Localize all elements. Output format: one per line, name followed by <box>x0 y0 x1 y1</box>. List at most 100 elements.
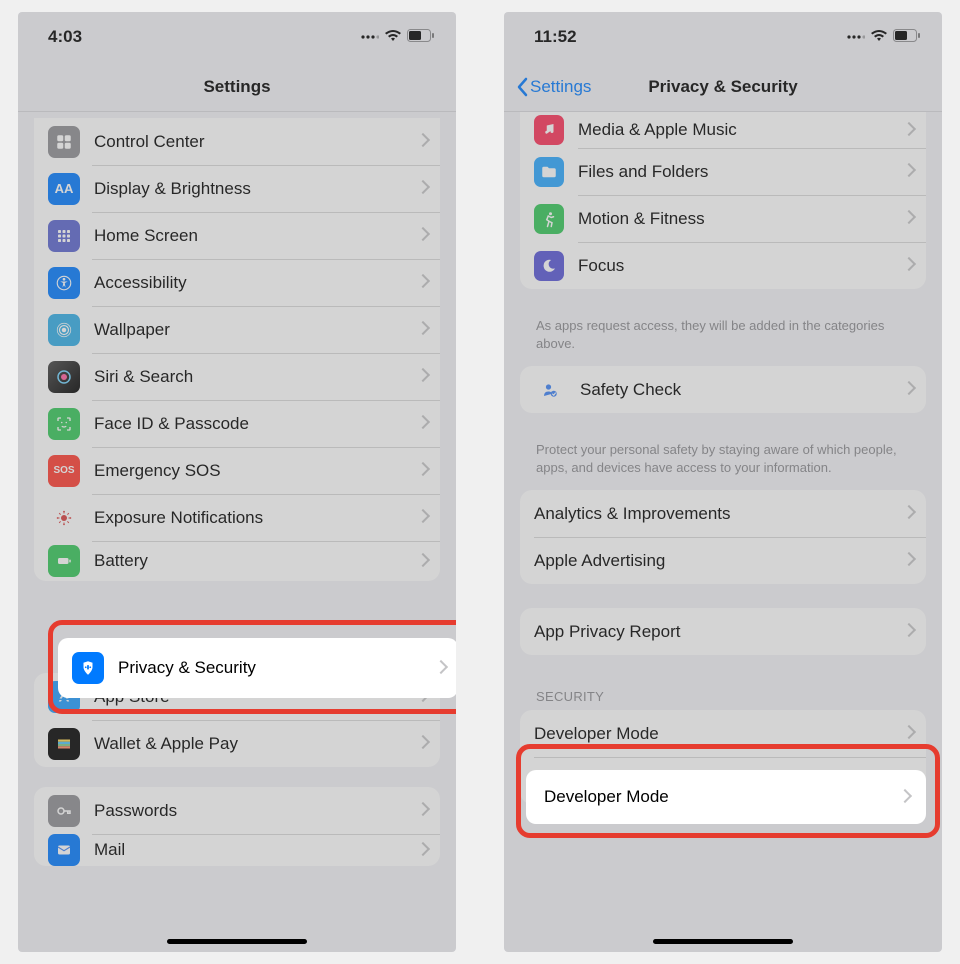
wallpaper-icon <box>48 314 80 346</box>
display-icon: AA <box>48 173 80 205</box>
nav-header: Settings Privacy & Security <box>504 62 942 112</box>
row-label: Siri & Search <box>94 367 418 387</box>
chevron-right-icon <box>904 165 912 178</box>
chevron-right-icon <box>418 323 426 336</box>
chevron-right-icon <box>436 662 444 675</box>
row-home-screen[interactable]: Home Screen <box>34 212 440 259</box>
chevron-right-icon <box>418 370 426 383</box>
focus-icon <box>534 251 564 281</box>
row-label: Display & Brightness <box>94 179 418 199</box>
chevron-right-icon <box>418 276 426 289</box>
mail-icon <box>48 834 80 866</box>
row-display-brightness[interactable]: AA Display & Brightness <box>34 165 440 212</box>
row-motion-fitness[interactable]: Motion & Fitness <box>520 195 926 242</box>
status-bar: 4:03 <box>18 12 456 62</box>
row-label: Files and Folders <box>578 162 904 182</box>
faceid-icon <box>48 408 80 440</box>
row-label: Passwords <box>94 801 418 821</box>
row-wallpaper[interactable]: Wallpaper <box>34 306 440 353</box>
row-media-apple-music[interactable]: Media & Apple Music <box>520 112 926 148</box>
chevron-right-icon <box>904 554 912 567</box>
wifi-icon <box>384 27 402 47</box>
row-battery[interactable]: Battery <box>34 541 440 581</box>
row-mail[interactable]: Mail <box>34 834 440 866</box>
settings-list[interactable]: Control Center AA Display & Brightness H… <box>18 112 456 952</box>
chevron-right-icon <box>900 791 908 804</box>
status-indicators <box>847 27 920 47</box>
row-emergency-sos[interactable]: SOS Emergency SOS <box>34 447 440 494</box>
wifi-icon <box>870 27 888 47</box>
chevron-right-icon <box>904 124 912 137</box>
chevron-right-icon <box>904 259 912 272</box>
chevron-right-icon <box>904 212 912 225</box>
status-time: 11:52 <box>534 27 577 47</box>
siri-icon <box>48 361 80 393</box>
row-label: Face ID & Passcode <box>94 414 418 434</box>
row-control-center[interactable]: Control Center <box>34 118 440 165</box>
row-label: Developer Mode <box>544 787 900 807</box>
privacy-icon <box>72 652 104 684</box>
row-focus[interactable]: Focus <box>520 242 926 289</box>
privacy-list[interactable]: Media & Apple Music Files and Folders Mo… <box>504 112 942 952</box>
row-analytics[interactable]: Analytics & Improvements <box>520 490 926 537</box>
back-label: Settings <box>530 77 591 97</box>
chevron-right-icon <box>418 182 426 195</box>
row-app-privacy-report[interactable]: App Privacy Report <box>520 608 926 655</box>
row-accessibility[interactable]: Accessibility <box>34 259 440 306</box>
row-passwords[interactable]: Passwords <box>34 787 440 834</box>
accessibility-icon <box>48 267 80 299</box>
chevron-right-icon <box>904 625 912 638</box>
row-safety-check[interactable]: Safety Check <box>520 366 926 413</box>
chevron-right-icon <box>418 417 426 430</box>
chevron-right-icon <box>418 464 426 477</box>
chevron-right-icon <box>904 507 912 520</box>
chevron-right-icon <box>418 135 426 148</box>
chevron-right-icon <box>904 383 912 396</box>
page-title: Settings <box>203 77 270 97</box>
chevron-right-icon <box>418 737 426 750</box>
safety-check-icon <box>534 374 566 406</box>
fitness-icon <box>534 204 564 234</box>
music-icon <box>534 115 564 145</box>
home-screen-icon <box>48 220 80 252</box>
sos-icon: SOS <box>48 455 80 487</box>
home-indicator[interactable] <box>653 939 793 944</box>
row-label: Privacy & Security <box>118 658 436 678</box>
phone-settings: 4:03 Settings Control Center AA Disp <box>18 12 456 952</box>
row-label: Exposure Notifications <box>94 508 418 528</box>
folder-icon <box>534 157 564 187</box>
page-title: Privacy & Security <box>648 77 797 97</box>
row-label: Media & Apple Music <box>578 120 904 140</box>
row-label: Safety Check <box>580 380 904 400</box>
row-exposure-notifications[interactable]: Exposure Notifications <box>34 494 440 541</box>
row-developer-mode[interactable]: Developer Mode <box>520 710 926 757</box>
status-indicators <box>361 27 434 47</box>
battery-icon <box>407 27 434 47</box>
row-apple-advertising[interactable]: Apple Advertising <box>520 537 926 584</box>
footer-safety-note: Protect your personal safety by staying … <box>504 433 942 490</box>
row-label: Developer Mode <box>534 724 904 744</box>
row-label: Accessibility <box>94 273 418 293</box>
section-header-security: SECURITY <box>504 675 942 710</box>
row-files-folders[interactable]: Files and Folders <box>520 148 926 195</box>
row-siri-search[interactable]: Siri & Search <box>34 353 440 400</box>
battery-icon <box>893 27 920 47</box>
row-wallet[interactable]: Wallet & Apple Pay <box>34 720 440 767</box>
row-label: Focus <box>578 256 904 276</box>
row-label: Battery <box>94 551 418 571</box>
row-faceid-passcode[interactable]: Face ID & Passcode <box>34 400 440 447</box>
row-label: Analytics & Improvements <box>534 504 904 524</box>
chevron-right-icon <box>418 511 426 524</box>
exposure-icon <box>48 502 80 534</box>
control-center-icon <box>48 126 80 158</box>
battery-row-icon <box>48 545 80 577</box>
row-label: Control Center <box>94 132 418 152</box>
passwords-icon <box>48 795 80 827</box>
wallet-icon <box>48 728 80 760</box>
cellular-dots-icon <box>361 27 379 47</box>
phone-privacy-security: 11:52 Settings Privacy & Security Media … <box>504 12 942 952</box>
nav-header: Settings <box>18 62 456 112</box>
back-button[interactable]: Settings <box>516 77 591 97</box>
row-label: Mail <box>94 840 418 860</box>
home-indicator[interactable] <box>167 939 307 944</box>
